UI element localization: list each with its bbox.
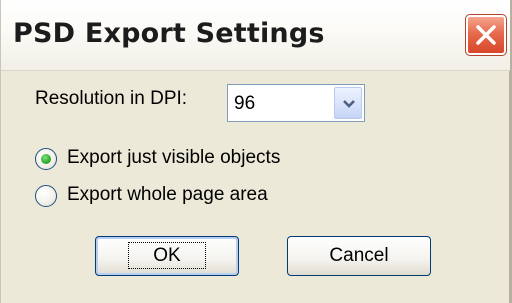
radio-button-selected[interactable] [35, 148, 57, 170]
title-bar[interactable]: PSD Export Settings [1, 0, 510, 71]
psd-export-dialog: PSD Export Settings Resolution in DPI: 9… [0, 0, 512, 303]
ok-button[interactable]: OK [95, 236, 239, 276]
close-icon [476, 25, 496, 45]
radio-label-whole-page: Export whole page area [67, 184, 268, 205]
resolution-label: Resolution in DPI: [35, 88, 188, 109]
radio-dot [41, 154, 51, 164]
resolution-value: 96 [234, 93, 256, 114]
dropdown-arrow-button[interactable] [334, 87, 362, 119]
dialog-title: PSD Export Settings [13, 18, 325, 49]
ok-label: OK [128, 242, 206, 269]
cancel-button[interactable]: Cancel [287, 236, 431, 276]
close-button[interactable] [465, 14, 507, 56]
resolution-dropdown[interactable]: 96 [227, 84, 365, 122]
radio-button-unselected[interactable] [35, 185, 57, 207]
radio-label-visible-objects: Export just visible objects [67, 147, 281, 168]
chevron-down-icon [343, 100, 355, 108]
